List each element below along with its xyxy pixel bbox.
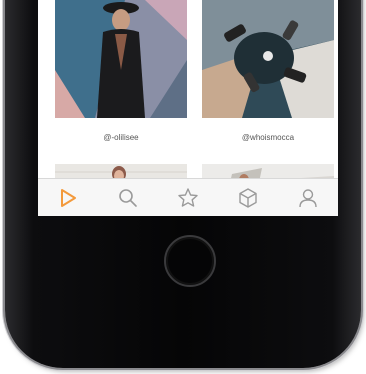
feed-post-1-handle[interactable]: @-olilisee [55, 133, 187, 142]
play-icon [61, 189, 76, 207]
tab-box[interactable] [233, 183, 263, 213]
tab-profile[interactable] [293, 183, 323, 213]
feed-post-1-image[interactable] [55, 0, 187, 118]
feed-post-2-image[interactable] [202, 0, 334, 118]
star-icon [178, 188, 198, 207]
home-button[interactable] [164, 235, 216, 287]
box-icon [239, 188, 257, 208]
tab-favorites[interactable] [173, 183, 203, 213]
phone-frame: @-olilisee @whoismocca [5, 0, 361, 368]
profile-icon [299, 189, 317, 208]
app-screen: @-olilisee @whoismocca [38, 0, 338, 216]
tab-bar [38, 178, 338, 216]
tab-home[interactable] [53, 183, 83, 213]
feed-post-2-handle[interactable]: @whoismocca [202, 133, 334, 142]
tab-search[interactable] [113, 183, 143, 213]
search-icon [119, 189, 137, 207]
